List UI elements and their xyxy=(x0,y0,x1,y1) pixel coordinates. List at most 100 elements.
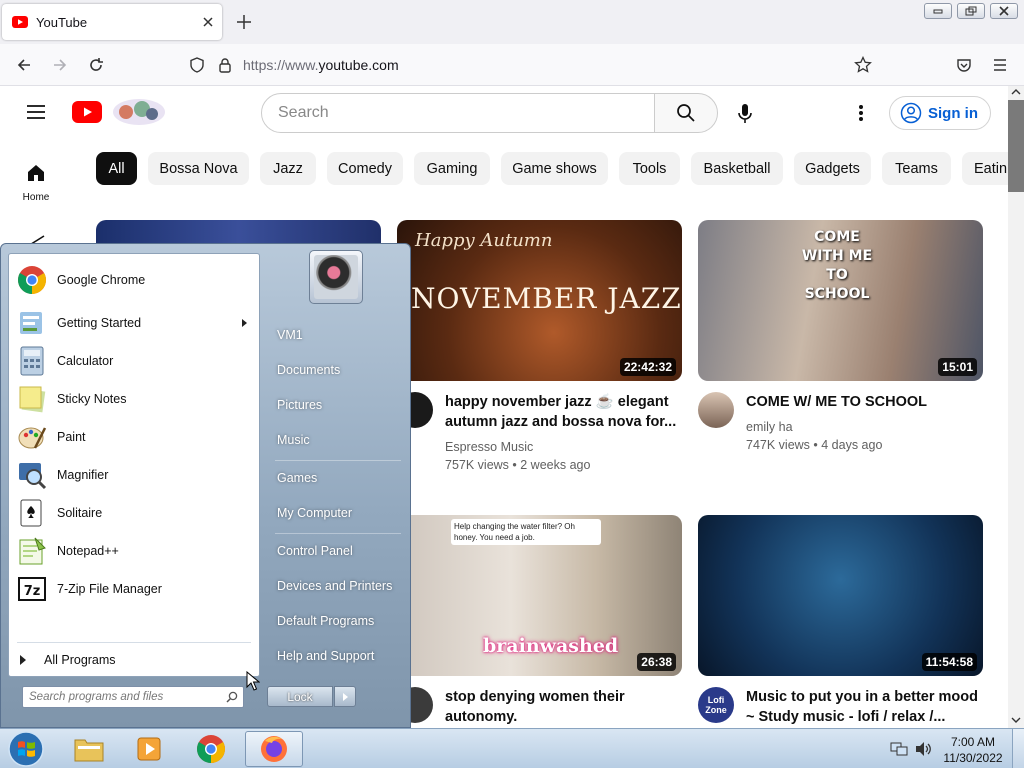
home-icon[interactable] xyxy=(26,163,46,183)
scroll-down-icon[interactable] xyxy=(1011,717,1021,723)
chip-basketball[interactable]: Basketball xyxy=(691,152,783,185)
video-meta: emily ha 747K views • 4 days ago xyxy=(746,418,882,454)
magnifier-icon xyxy=(15,458,49,492)
volume-icon[interactable] xyxy=(914,741,932,757)
chip-teams[interactable]: Teams xyxy=(882,152,951,185)
show-desktop-button[interactable] xyxy=(1012,729,1024,768)
place-games[interactable]: Games xyxy=(277,471,317,485)
taskbar-chrome[interactable] xyxy=(182,731,240,767)
folder-icon xyxy=(73,735,105,763)
taskbar-firefox[interactable] xyxy=(245,731,303,767)
close-window-button[interactable] xyxy=(990,3,1018,19)
scroll-up-icon[interactable] xyxy=(1011,89,1021,95)
program-getting-started[interactable]: Getting Started xyxy=(13,305,257,341)
close-tab-icon[interactable] xyxy=(202,16,214,28)
place-documents[interactable]: Documents xyxy=(277,363,340,377)
scrollbar-thumb[interactable] xyxy=(1008,100,1024,192)
taskbar-clock[interactable]: 7:00 AM 11/30/2022 xyxy=(942,734,1004,766)
search-input[interactable]: Search xyxy=(261,93,655,133)
home-label[interactable]: Home xyxy=(8,192,64,203)
all-programs-label: All Programs xyxy=(44,653,116,667)
url-scheme: https://www. xyxy=(243,57,319,73)
chip-gadgets[interactable]: Gadgets xyxy=(794,152,871,185)
back-icon[interactable] xyxy=(14,55,34,75)
place-music[interactable]: Music xyxy=(277,433,310,447)
video-thumbnail[interactable]: COME WITH ME TO SCHOOL 15:01 xyxy=(698,220,983,381)
doodle-logo-icon[interactable] xyxy=(112,97,166,127)
chip-eating[interactable]: Eatin xyxy=(962,152,1008,185)
place-devices-and-printers[interactable]: Devices and Printers xyxy=(277,579,392,593)
chip-comedy[interactable]: Comedy xyxy=(327,152,403,185)
all-programs-button[interactable]: All Programs xyxy=(8,644,260,676)
chip-game-shows[interactable]: Game shows xyxy=(501,152,608,185)
chip-gaming[interactable]: Gaming xyxy=(414,152,490,185)
video-title[interactable]: happy november jazz ☕ elegant autumn jaz… xyxy=(445,392,681,432)
chip-all[interactable]: All xyxy=(96,152,137,185)
place-vm1[interactable]: VM1 xyxy=(277,328,303,342)
program-label: Paint xyxy=(57,430,86,444)
user-picture[interactable] xyxy=(309,250,363,304)
reload-icon[interactable] xyxy=(86,55,106,75)
lock-options-button[interactable] xyxy=(334,686,356,707)
pocket-icon[interactable] xyxy=(954,55,974,75)
thumbnail-headline-text: brainwashed xyxy=(483,635,619,657)
all-programs-arrow-icon xyxy=(20,655,26,665)
chip-bossa-nova[interactable]: Bossa Nova xyxy=(148,152,249,185)
video-thumbnail[interactable]: Help changing the water filter? Oh honey… xyxy=(397,515,682,676)
channel-avatar[interactable]: Lofi Zone xyxy=(698,687,734,723)
video-duration: 26:38 xyxy=(637,653,676,671)
network-icon[interactable] xyxy=(890,741,908,757)
search-button[interactable] xyxy=(654,93,718,133)
program-notepadpp[interactable]: Notepad++ xyxy=(13,533,257,569)
youtube-logo-icon[interactable] xyxy=(72,101,102,123)
taskbar-media-player[interactable] xyxy=(120,731,178,767)
menu-icon[interactable] xyxy=(990,55,1010,75)
video-thumbnail[interactable]: 11:54:58 xyxy=(698,515,983,676)
lock-icon[interactable] xyxy=(215,55,235,75)
program-7zip[interactable]: 7z 7-Zip File Manager xyxy=(13,571,257,607)
program-solitaire[interactable]: Solitaire xyxy=(13,495,257,531)
program-label: Solitaire xyxy=(57,506,103,520)
url-field[interactable]: https://www.youtube.com xyxy=(243,57,399,73)
video-thumbnail[interactable]: Happy Autumn NOVEMBER JAZZ 22:42:32 xyxy=(397,220,682,381)
start-button[interactable] xyxy=(4,730,48,768)
more-options-icon[interactable] xyxy=(858,104,864,122)
program-google-chrome[interactable]: Google Chrome xyxy=(13,262,257,298)
video-stats: 747K views • 4 days ago xyxy=(746,438,883,452)
microphone-icon[interactable] xyxy=(737,103,753,125)
channel-avatar[interactable] xyxy=(698,392,734,428)
program-magnifier[interactable]: Magnifier xyxy=(13,457,257,493)
video-title[interactable]: Music to put you in a better mood ~ Stud… xyxy=(746,687,982,727)
place-pictures[interactable]: Pictures xyxy=(277,398,322,412)
minimize-button[interactable] xyxy=(924,3,952,19)
video-title[interactable]: stop denying women their autonomy. xyxy=(445,687,681,727)
program-calculator[interactable]: Calculator xyxy=(13,343,257,379)
place-help-and-support[interactable]: Help and Support xyxy=(277,649,374,663)
place-default-programs[interactable]: Default Programs xyxy=(277,614,374,628)
lock-button[interactable]: Lock xyxy=(267,686,333,707)
shield-icon[interactable] xyxy=(187,55,207,75)
sticky-notes-icon xyxy=(15,382,49,416)
svg-text:7z: 7z xyxy=(24,584,41,599)
bookmark-star-icon[interactable] xyxy=(853,55,873,75)
channel-name[interactable]: Espresso Music xyxy=(445,438,590,456)
tab-youtube[interactable]: YouTube xyxy=(2,4,222,40)
chip-jazz[interactable]: Jazz xyxy=(260,152,316,185)
program-paint[interactable]: Paint xyxy=(13,419,257,455)
new-tab-button[interactable] xyxy=(236,14,252,30)
place-my-computer[interactable]: My Computer xyxy=(277,506,352,520)
sign-in-button[interactable]: Sign in xyxy=(889,96,991,130)
forward-icon[interactable] xyxy=(50,55,70,75)
program-sticky-notes[interactable]: Sticky Notes xyxy=(13,381,257,417)
chip-tools[interactable]: Tools xyxy=(619,152,680,185)
search-icon xyxy=(676,103,696,123)
taskbar-explorer[interactable] xyxy=(60,731,118,767)
program-label: Magnifier xyxy=(57,468,109,482)
place-control-panel[interactable]: Control Panel xyxy=(277,544,353,558)
maximize-button[interactable] xyxy=(957,3,985,19)
hamburger-icon[interactable] xyxy=(26,104,46,120)
start-search-input[interactable]: Search programs and files xyxy=(22,686,244,708)
channel-name[interactable]: emily ha xyxy=(746,418,882,436)
video-title[interactable]: COME W/ ME TO SCHOOL xyxy=(746,392,982,412)
submenu-arrow-icon xyxy=(242,319,247,327)
